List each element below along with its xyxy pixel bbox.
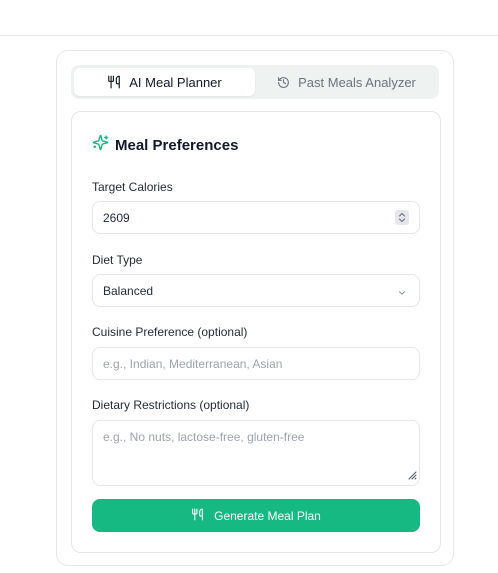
tab-ai-meal-planner[interactable]: AI Meal Planner <box>74 68 255 96</box>
target-calories-label: Target Calories <box>92 180 173 194</box>
meal-planner-card: AI Meal Planner Past Meals Analyzer Meal… <box>56 50 454 566</box>
number-stepper[interactable] <box>395 210 409 225</box>
cuisine-placeholder: e.g., Indian, Mediterranean, Asian <box>103 356 283 371</box>
utensils-icon <box>191 508 204 524</box>
history-icon <box>277 76 290 89</box>
sparkles-icon <box>92 134 109 156</box>
section-heading: Meal Preferences <box>92 134 238 156</box>
utensils-icon <box>107 75 121 89</box>
target-calories-input[interactable]: 2609 <box>92 201 420 234</box>
meal-preferences-form: Meal Preferences Target Calories 2609 Di… <box>71 111 441 553</box>
cuisine-input[interactable]: e.g., Indian, Mediterranean, Asian <box>92 347 420 380</box>
top-bar <box>0 0 498 36</box>
diet-type-select[interactable]: Balanced <box>92 274 420 307</box>
restrictions-label: Dietary Restrictions (optional) <box>92 398 250 412</box>
section-title: Meal Preferences <box>115 136 239 154</box>
chevron-down-icon <box>397 287 407 301</box>
generate-meal-plan-button[interactable]: Generate Meal Plan <box>92 499 420 532</box>
restrictions-placeholder: e.g., No nuts, lactose-free, gluten-free <box>103 430 305 444</box>
diet-type-label: Diet Type <box>92 253 143 267</box>
target-calories-value: 2609 <box>103 210 130 225</box>
restrictions-textarea[interactable]: e.g., No nuts, lactose-free, gluten-free <box>92 420 420 486</box>
diet-type-value: Balanced <box>103 283 154 298</box>
tab-past-meals-analyzer[interactable]: Past Meals Analyzer <box>257 68 436 96</box>
tab-label: Past Meals Analyzer <box>298 74 416 90</box>
cuisine-label: Cuisine Preference (optional) <box>92 325 248 339</box>
tab-label: AI Meal Planner <box>129 74 222 90</box>
generate-button-label: Generate Meal Plan <box>214 508 321 523</box>
tab-bar: AI Meal Planner Past Meals Analyzer <box>71 65 439 99</box>
resize-handle-icon[interactable] <box>407 469 417 483</box>
